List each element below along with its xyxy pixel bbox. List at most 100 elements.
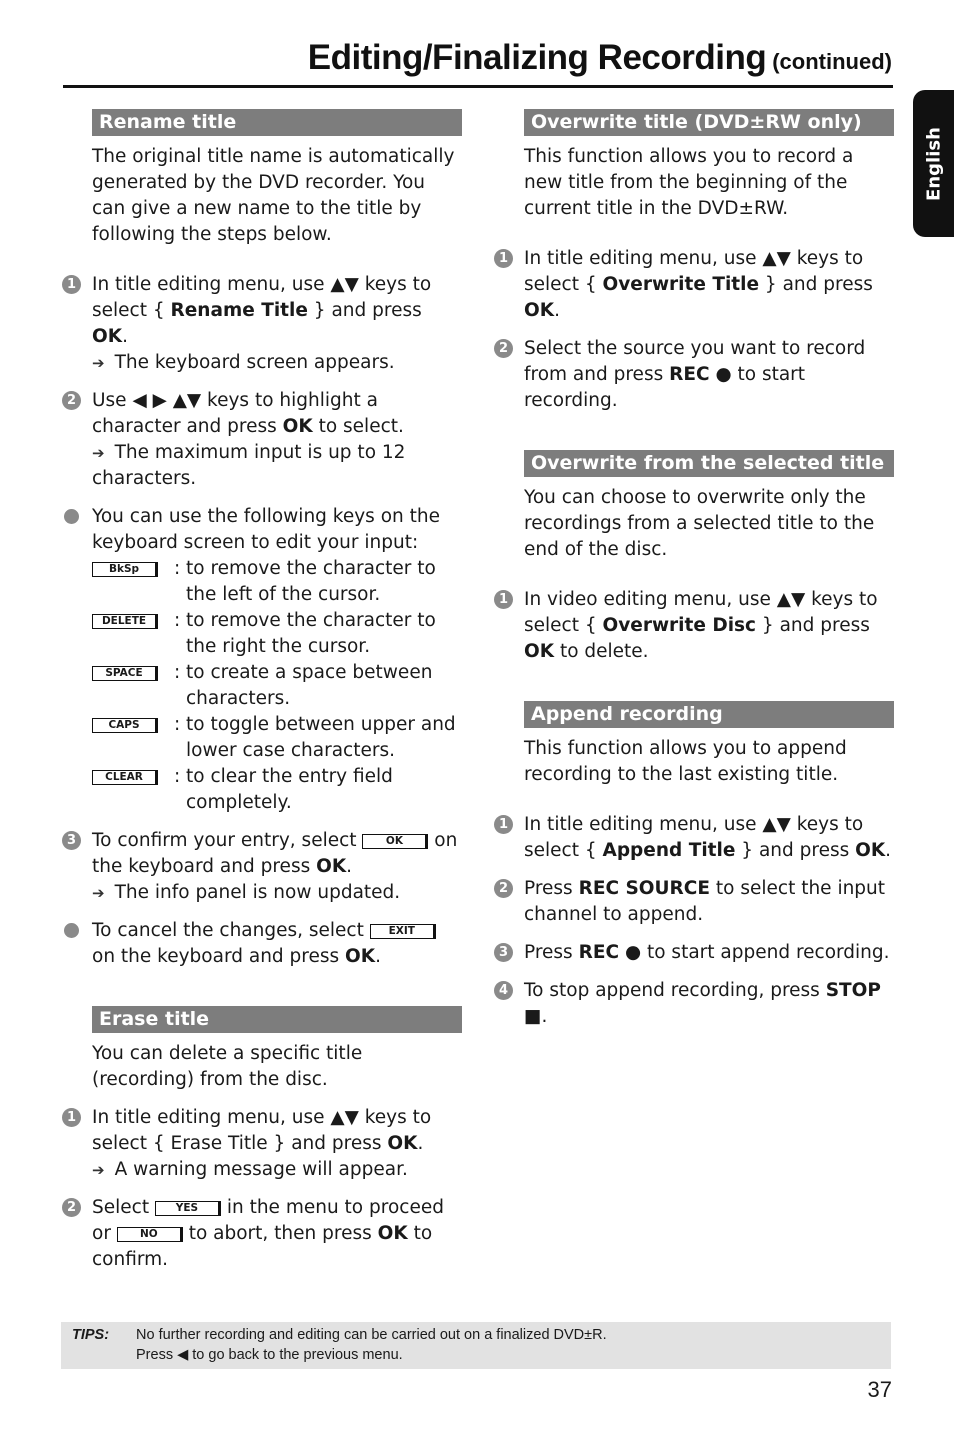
colon: :: [174, 766, 181, 787]
append-intro: This function allows you to append recor…: [524, 738, 847, 785]
header-rule: [63, 85, 893, 88]
append-step-3: 3 Press REC ● to start append recording.: [494, 940, 894, 966]
ok-key: OK: [345, 946, 376, 967]
ok-key: OK: [92, 326, 123, 347]
result-text: The maximum input is up to 12 characters…: [92, 442, 406, 489]
text: to abort, then press: [182, 1223, 378, 1244]
text: .: [554, 300, 560, 321]
text: } and press: [735, 840, 856, 861]
up-down-keys-icon: ▲▼: [172, 390, 202, 411]
up-down-keys-icon: ▲▼: [762, 248, 791, 269]
erase-step-2: 2 Select YES in the menu to proceed or N…: [62, 1195, 462, 1273]
text: .: [346, 856, 353, 877]
rec-key: REC: [669, 364, 710, 385]
step-number-icon: 4: [494, 981, 513, 1000]
text: In title editing menu, use: [524, 248, 763, 269]
rec-key: REC: [578, 942, 620, 963]
text: on the keyboard and press: [92, 946, 346, 967]
text: In title editing menu, use: [92, 1107, 331, 1128]
rec-source-key: REC SOURCE: [578, 878, 711, 899]
left-key-icon: ◀: [132, 390, 147, 411]
up-down-keys-icon: ▲▼: [330, 1107, 359, 1128]
menu-option: Overwrite Disc: [602, 615, 757, 636]
append-step-1: 1 In title editing menu, use ▲▼ keys to …: [494, 812, 894, 864]
record-dot-icon: ●: [715, 364, 732, 385]
ok-key: OK: [377, 1223, 408, 1244]
onscreen-key: DELETE: [92, 614, 158, 629]
step-number-icon: 2: [494, 879, 513, 898]
stop-square-icon: ■: [524, 1006, 542, 1027]
key-list-item: DELETE: to remove the character to the ri…: [92, 608, 462, 660]
ok-key: OK: [524, 641, 555, 662]
record-dot-icon: ●: [624, 942, 642, 963]
key-list-item: CLEAR: to clear the entry field completel…: [92, 764, 462, 816]
ok-key: OK: [316, 856, 347, 877]
colon: :: [174, 558, 181, 579]
up-down-keys-icon: ▲▼: [330, 274, 359, 295]
onscreen-key: BkSp: [92, 562, 158, 577]
no-onscreen-key: NO: [116, 1227, 183, 1242]
tips-label: TIPS:: [72, 1327, 110, 1343]
text: } and press: [756, 615, 870, 636]
text: .: [885, 840, 892, 861]
yes-onscreen-key: YES: [154, 1201, 221, 1216]
overwrite-selected-intro: You can choose to overwrite only the rec…: [524, 487, 875, 560]
overwrite-selected-step-1: 1 In video editing menu, use ▲▼ keys to …: [494, 587, 894, 665]
key-description: to clear the entry field completely.: [186, 766, 393, 813]
erase-intro: You can delete a specific title (recordi…: [92, 1043, 363, 1090]
onscreen-key: CLEAR: [92, 770, 158, 785]
text: Press: [524, 942, 579, 963]
key-description: to toggle between upper and lower case c…: [186, 714, 456, 761]
text: Press: [136, 1347, 178, 1363]
erase-step-1: 1 In title editing menu, use ▲▼ keys to …: [62, 1105, 462, 1183]
overwrite-step-2: 2 Select the source you want to record f…: [494, 336, 894, 414]
text: } and press: [759, 274, 873, 295]
text: to go back to the previous menu.: [188, 1347, 403, 1363]
result-text: The info panel is now updated.: [114, 882, 401, 903]
key-description: to remove the character to the right the…: [186, 610, 436, 657]
text: Use: [92, 390, 133, 411]
section-heading-erase: Erase title: [92, 1006, 462, 1033]
result-arrow-icon: ➔: [92, 884, 105, 902]
right-column: Overwrite title (DVD±RW only) This funct…: [494, 109, 894, 1030]
page-number: 37: [867, 1377, 892, 1402]
up-down-keys-icon: ▲▼: [762, 814, 791, 835]
step-number-icon: 1: [62, 275, 81, 294]
exit-onscreen-key: EXIT: [369, 924, 436, 939]
rename-note-cancel: To cancel the changes, select EXIT on th…: [62, 918, 462, 970]
rename-step-2: 2 Use ◀ ▶ ▲▼ keys to highlight a charact…: [62, 388, 462, 492]
ok-onscreen-key: OK: [362, 834, 429, 849]
step-number-icon: 1: [494, 815, 513, 834]
step-number-icon: 1: [494, 249, 513, 268]
key-list-item: BkSp: to remove the character to the left…: [92, 556, 462, 608]
key-list-item: SPACE: to create a space between characte…: [92, 660, 462, 712]
step-number-icon: 3: [62, 831, 81, 850]
onscreen-key: SPACE: [92, 666, 158, 681]
result-arrow-icon: ➔: [92, 444, 105, 462]
up-down-keys-icon: ▲▼: [776, 589, 806, 610]
step-number-icon: 1: [494, 590, 513, 609]
result-text: The keyboard screen appears.: [114, 352, 395, 373]
menu-option: Append Title: [602, 840, 736, 861]
section-heading-append: Append recording: [524, 701, 894, 728]
step-number-icon: 2: [62, 391, 81, 410]
section-heading-overwrite-selected: Overwrite from the selected title: [524, 450, 894, 477]
key-list-item: CAPS: to toggle between upper and lower c…: [92, 712, 462, 764]
language-tab-label: English: [923, 126, 944, 201]
text: .: [541, 1006, 548, 1027]
colon: :: [174, 662, 181, 683]
text: Select: [92, 1197, 155, 1218]
ok-key: OK: [855, 840, 886, 861]
tips-text: No further recording and editing can be …: [136, 1325, 607, 1365]
ok-key: OK: [524, 300, 555, 321]
ok-key: OK: [282, 416, 313, 437]
append-step-4: 4 To stop append recording, press STOP ■…: [494, 978, 894, 1030]
text: You can use the following keys on the ke…: [92, 506, 440, 553]
text: To cancel the changes, select: [92, 920, 370, 941]
right-key-icon: ▶: [152, 390, 167, 411]
language-tab: English: [913, 90, 954, 237]
left-column: Rename title The original title name is …: [62, 109, 462, 1273]
text: to delete.: [554, 641, 649, 662]
append-step-2: 2 Press REC SOURCE to select the input c…: [494, 876, 894, 928]
text: } and press: [307, 300, 422, 321]
